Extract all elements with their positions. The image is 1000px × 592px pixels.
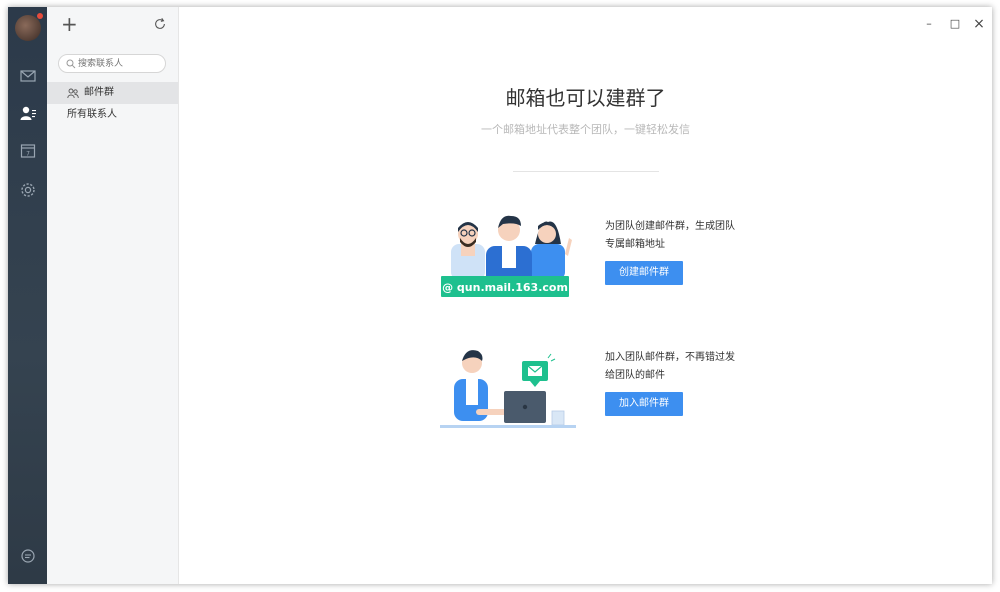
search-icon: [66, 59, 76, 69]
sidebar-item-mail-groups[interactable]: 邮件群: [47, 82, 178, 104]
avatar[interactable]: [15, 15, 41, 41]
join-group-button[interactable]: 加入邮件群: [605, 392, 683, 416]
contacts-icon[interactable]: [18, 104, 38, 122]
create-group-button[interactable]: 创建邮件群: [605, 261, 683, 285]
calendar-icon[interactable]: 7: [18, 142, 38, 160]
page-title: 邮箱也可以建群了: [505, 86, 666, 110]
notification-dot: [37, 13, 43, 19]
sidebar-item-all-contacts[interactable]: 所有联系人: [47, 104, 178, 126]
nav-rail: 7: [8, 7, 47, 584]
refresh-icon[interactable]: [153, 16, 169, 32]
main-panel: – □ × 邮箱也可以建群了 一个邮箱地址代表整个团队，一键轻松发信 @ qun…: [179, 7, 992, 584]
sidebar-item-label: 邮件群: [84, 87, 114, 98]
group-address-banner: @ qun.mail.163.com: [442, 281, 568, 294]
description-line: 给团队的邮件: [605, 370, 665, 381]
team-illustration: @ qun.mail.163.com: [441, 215, 572, 297]
calendar-day-label: 7: [26, 151, 30, 158]
feedback-icon[interactable]: [18, 547, 38, 565]
description-line: 为团队创建邮件群，生成团队: [605, 221, 735, 232]
add-icon[interactable]: +: [61, 14, 78, 34]
search-input[interactable]: [78, 57, 162, 70]
description-line: 专属邮箱地址: [605, 239, 665, 250]
divider: [513, 171, 659, 172]
group-icon: [67, 88, 79, 99]
app-window: 7 + 邮件群 所有联系人 – □ × 邮箱: [8, 7, 992, 584]
join-group-description: 加入团队邮件群，不再错过发 给团队的邮件: [605, 349, 755, 385]
search-box[interactable]: [58, 54, 166, 73]
create-group-description: 为团队创建邮件群，生成团队 专属邮箱地址: [605, 218, 755, 254]
maximize-button[interactable]: □: [949, 18, 961, 30]
close-button[interactable]: ×: [973, 17, 985, 31]
description-line: 加入团队邮件群，不再错过发: [605, 352, 735, 363]
sidebar-toolbar: +: [47, 7, 179, 47]
mail-icon[interactable]: [18, 67, 38, 85]
contacts-sidebar: + 邮件群 所有联系人: [47, 7, 179, 584]
page-subtitle: 一个邮箱地址代表整个团队，一键轻松发信: [481, 123, 690, 136]
settings-icon[interactable]: [18, 181, 38, 199]
laptop-user-illustration: [440, 350, 576, 428]
minimize-button[interactable]: –: [923, 18, 935, 30]
sidebar-item-label: 所有联系人: [67, 109, 117, 120]
